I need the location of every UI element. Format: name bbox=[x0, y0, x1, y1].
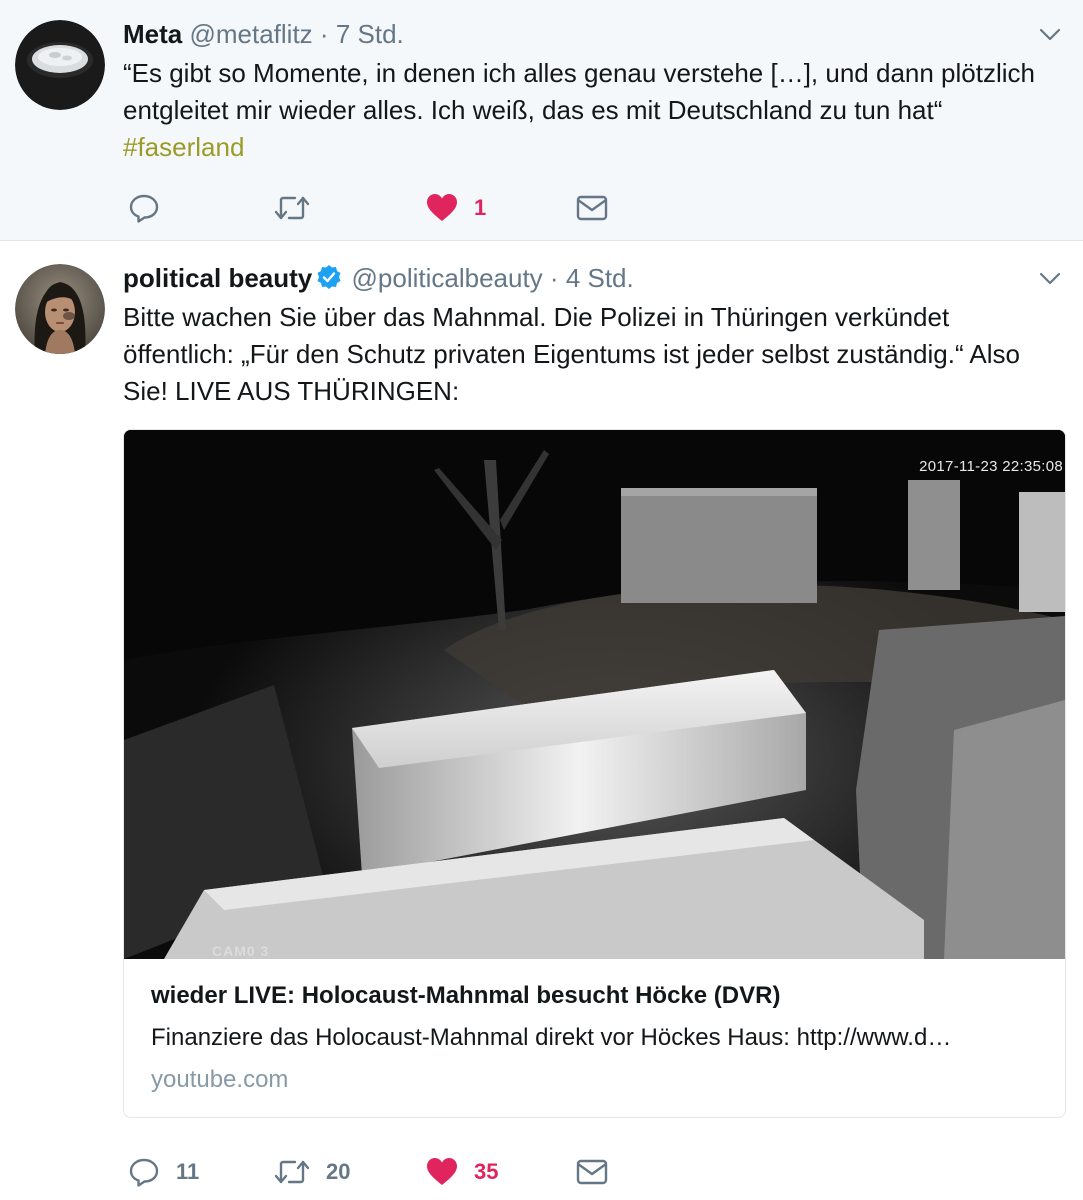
chevron-down-icon[interactable] bbox=[1039, 272, 1061, 286]
card-description: Finanziere das Holocaust-Mahnmal direkt … bbox=[151, 1024, 952, 1051]
avatar[interactable] bbox=[15, 264, 105, 354]
verified-badge-icon bbox=[317, 265, 341, 289]
message-icon bbox=[576, 1159, 608, 1185]
chevron-down-icon[interactable] bbox=[1039, 28, 1061, 42]
timestamp[interactable]: 4 Std. bbox=[566, 263, 634, 293]
message-button[interactable] bbox=[576, 190, 608, 226]
card-image[interactable]: 2017-11-23 22:35:08 CAM0 3 bbox=[124, 430, 1065, 959]
retweet-count: 20 bbox=[326, 1159, 351, 1184]
author-handle[interactable]: @metaflitz bbox=[189, 19, 312, 49]
hashtag-link[interactable]: #faserland bbox=[123, 132, 244, 162]
tweet-meta[interactable]: Meta @metaflitz · 7 Std. “Es gibt so Mom… bbox=[0, 0, 1083, 241]
message-button[interactable] bbox=[576, 1154, 608, 1190]
author-name[interactable]: Meta bbox=[123, 19, 182, 49]
heart-icon bbox=[427, 194, 457, 221]
tweet-text: Bitte wachen Sie über das Mahnmal. Die P… bbox=[123, 302, 1020, 406]
tweet-actions: 1 bbox=[128, 190, 628, 226]
avatar[interactable] bbox=[15, 20, 105, 110]
separator-dot: · bbox=[549, 263, 559, 293]
like-button[interactable]: 35 bbox=[426, 1154, 498, 1190]
retweet-button[interactable]: 20 bbox=[274, 1154, 350, 1190]
retweet-icon bbox=[274, 196, 310, 220]
message-icon bbox=[576, 195, 608, 221]
like-button[interactable]: 1 bbox=[426, 190, 486, 226]
tweet-header: Meta @metaflitz · 7 Std. bbox=[123, 19, 1023, 49]
tweet-text: “Es gibt so Momente, in denen ich alles … bbox=[123, 55, 1053, 166]
tweet-header: political beauty @politicalbeauty · 4 St… bbox=[123, 263, 1023, 293]
timestamp[interactable]: 7 Std. bbox=[336, 19, 404, 49]
reply-button[interactable] bbox=[128, 190, 160, 226]
reply-icon bbox=[129, 1158, 159, 1187]
like-count: 35 bbox=[474, 1159, 499, 1184]
reply-count: 11 bbox=[176, 1159, 200, 1184]
like-count: 1 bbox=[474, 195, 487, 220]
card-title[interactable]: wieder LIVE: Holocaust-Mahnmal besucht H… bbox=[151, 982, 780, 1010]
link-card[interactable]: 2017-11-23 22:35:08 CAM0 3 wieder LIVE: … bbox=[123, 429, 1066, 1118]
reply-icon bbox=[129, 194, 159, 223]
tweet-political-beauty[interactable]: political beauty @politicalbeauty · 4 St… bbox=[0, 242, 1083, 1200]
camera-timestamp: 2017-11-23 22:35:08 bbox=[919, 458, 1063, 475]
heart-icon bbox=[427, 1158, 457, 1185]
tweet-body: “Es gibt so Momente, in denen ich alles … bbox=[123, 58, 1035, 125]
separator-dot: · bbox=[319, 19, 329, 49]
night-camera-image bbox=[124, 430, 1065, 959]
tweet-actions: 11 20 35 bbox=[128, 1154, 628, 1190]
retweet-button[interactable] bbox=[274, 190, 310, 226]
reply-button[interactable]: 11 bbox=[128, 1154, 199, 1190]
retweet-icon bbox=[274, 1160, 310, 1184]
author-name[interactable]: political beauty bbox=[123, 263, 312, 293]
card-domain: youtube.com bbox=[151, 1066, 289, 1093]
author-handle[interactable]: @politicalbeauty bbox=[352, 263, 543, 293]
camera-label: CAM0 3 bbox=[212, 943, 270, 959]
